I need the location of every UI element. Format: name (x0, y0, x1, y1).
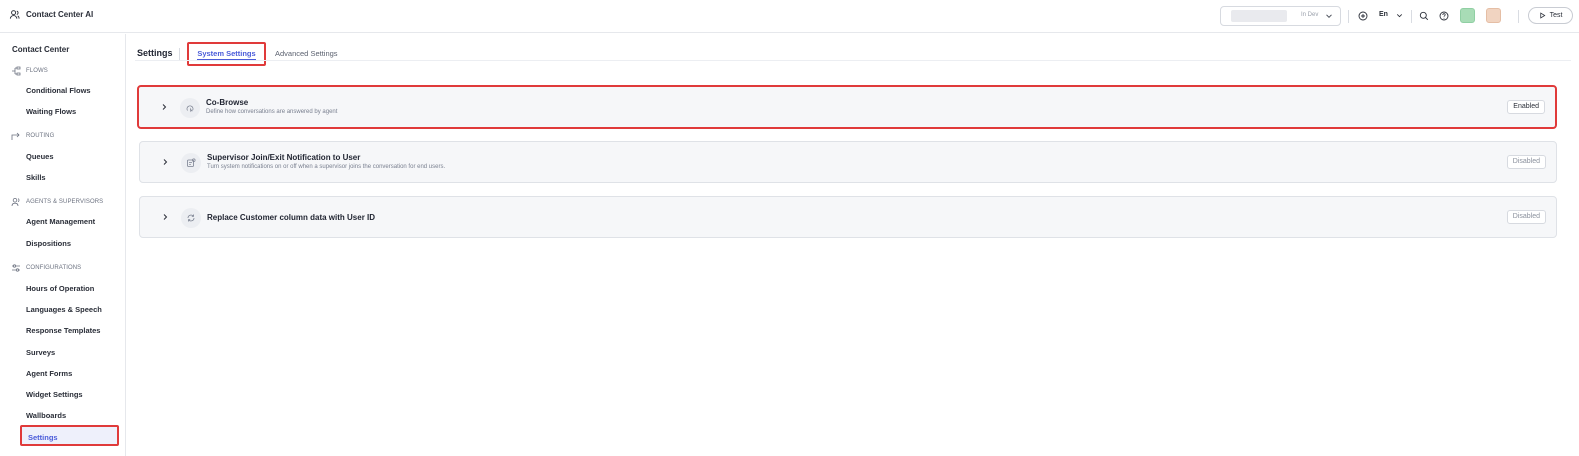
workspace-avatar[interactable] (1460, 8, 1475, 23)
setting-card-co-browse[interactable]: Co-Browse Define how conversations are a… (137, 85, 1557, 129)
main-content: Settings System Settings Advanced Settin… (127, 34, 1579, 456)
setting-card-replace-customer-column[interactable]: Replace Customer column data with User I… (139, 196, 1557, 238)
chevron-right-icon[interactable] (161, 158, 169, 166)
app-title-label: Contact Center AI (26, 10, 94, 19)
add-icon[interactable] (1357, 10, 1368, 21)
config-icon (12, 264, 20, 272)
environment-label: In Dev (1301, 12, 1319, 18)
sidebar-section-label: AGENTS & SUPERVISORS (26, 199, 104, 205)
user-avatar[interactable] (1486, 8, 1501, 23)
sidebar-item-dispositions[interactable]: Dispositions (26, 239, 71, 248)
sidebar-item-wallboards[interactable]: Wallboards (26, 411, 66, 420)
sidebar-header: Contact Center (12, 45, 70, 54)
sidebar-section-label: ROUTING (26, 133, 55, 139)
sidebar-section-routing: ROUTING (11, 131, 54, 141)
notification-icon (181, 153, 201, 173)
setting-title: Co-Browse (206, 98, 249, 107)
chevron-down-icon (1326, 14, 1332, 19)
sidebar-section-flows: FLOWS (11, 66, 48, 76)
refresh-icon (181, 208, 201, 228)
divider (1348, 10, 1349, 23)
divider (135, 60, 1571, 61)
top-bar: Contact Center AI In Dev En Test (0, 0, 1579, 33)
status-badge: Enabled (1507, 100, 1545, 114)
sidebar: Contact Center FLOWS Conditional Flows W… (0, 34, 126, 456)
sidebar-item-agent-forms[interactable]: Agent Forms (26, 369, 72, 378)
sidebar-item-surveys[interactable]: Surveys (26, 348, 55, 357)
chevron-right-icon[interactable] (161, 213, 169, 221)
sidebar-item-response-templates[interactable]: Response Templates (26, 326, 100, 335)
setting-title: Supervisor Join/Exit Notification to Use… (207, 153, 361, 162)
status-badge: Disabled (1506, 155, 1546, 169)
environment-selector[interactable]: In Dev (1220, 6, 1341, 26)
tab-label: System Settings (197, 48, 256, 60)
users-icon (9, 10, 20, 19)
sidebar-item-agent-management[interactable]: Agent Management (26, 217, 95, 226)
sidebar-section-agents-supervisors: AGENTS & SUPERVISORS (11, 197, 103, 207)
divider (1411, 10, 1412, 23)
routing-icon (11, 132, 20, 140)
divider (179, 48, 180, 60)
search-icon[interactable] (1418, 10, 1429, 21)
setting-description: Turn system notifications on or off when… (207, 164, 446, 170)
setting-description: Define how conversations are answered by… (206, 109, 338, 115)
sidebar-item-widget-settings[interactable]: Widget Settings (26, 390, 83, 399)
flow-icon (12, 66, 21, 76)
test-button-label: Test (1549, 12, 1563, 19)
sidebar-item-skills[interactable]: Skills (26, 173, 46, 182)
page-title: Settings (137, 48, 173, 58)
sidebar-section-label: CONFIGURATIONS (26, 265, 82, 271)
sidebar-item-languages-speech[interactable]: Languages & Speech (26, 305, 102, 314)
chevron-down-icon[interactable] (1394, 10, 1405, 21)
test-button[interactable]: Test (1528, 7, 1573, 24)
divider (1518, 10, 1519, 23)
sidebar-item-settings[interactable]: Settings (20, 425, 119, 446)
language-selector[interactable]: En (1379, 11, 1388, 18)
help-icon[interactable] (1438, 10, 1449, 21)
cobrowse-icon (180, 98, 200, 118)
status-badge: Disabled (1506, 210, 1546, 224)
chevron-right-icon[interactable] (160, 103, 168, 111)
sidebar-item-hours-of-operation[interactable]: Hours of Operation (26, 284, 94, 293)
play-icon (1539, 12, 1546, 19)
agents-icon (11, 198, 20, 207)
tab-system-settings[interactable]: System Settings (187, 42, 266, 66)
environment-name-placeholder (1231, 10, 1287, 22)
sidebar-item-waiting-flows[interactable]: Waiting Flows (26, 107, 76, 116)
sidebar-item-queues[interactable]: Queues (26, 152, 54, 161)
sidebar-section-configurations: CONFIGURATIONS (11, 263, 81, 273)
sidebar-section-label: FLOWS (26, 68, 48, 74)
app-title[interactable]: Contact Center AI (9, 9, 93, 20)
sidebar-item-conditional-flows[interactable]: Conditional Flows (26, 86, 91, 95)
setting-title: Replace Customer column data with User I… (207, 213, 376, 222)
setting-card-supervisor-notification[interactable]: Supervisor Join/Exit Notification to Use… (139, 141, 1557, 183)
tab-advanced-settings[interactable]: Advanced Settings (275, 49, 338, 58)
